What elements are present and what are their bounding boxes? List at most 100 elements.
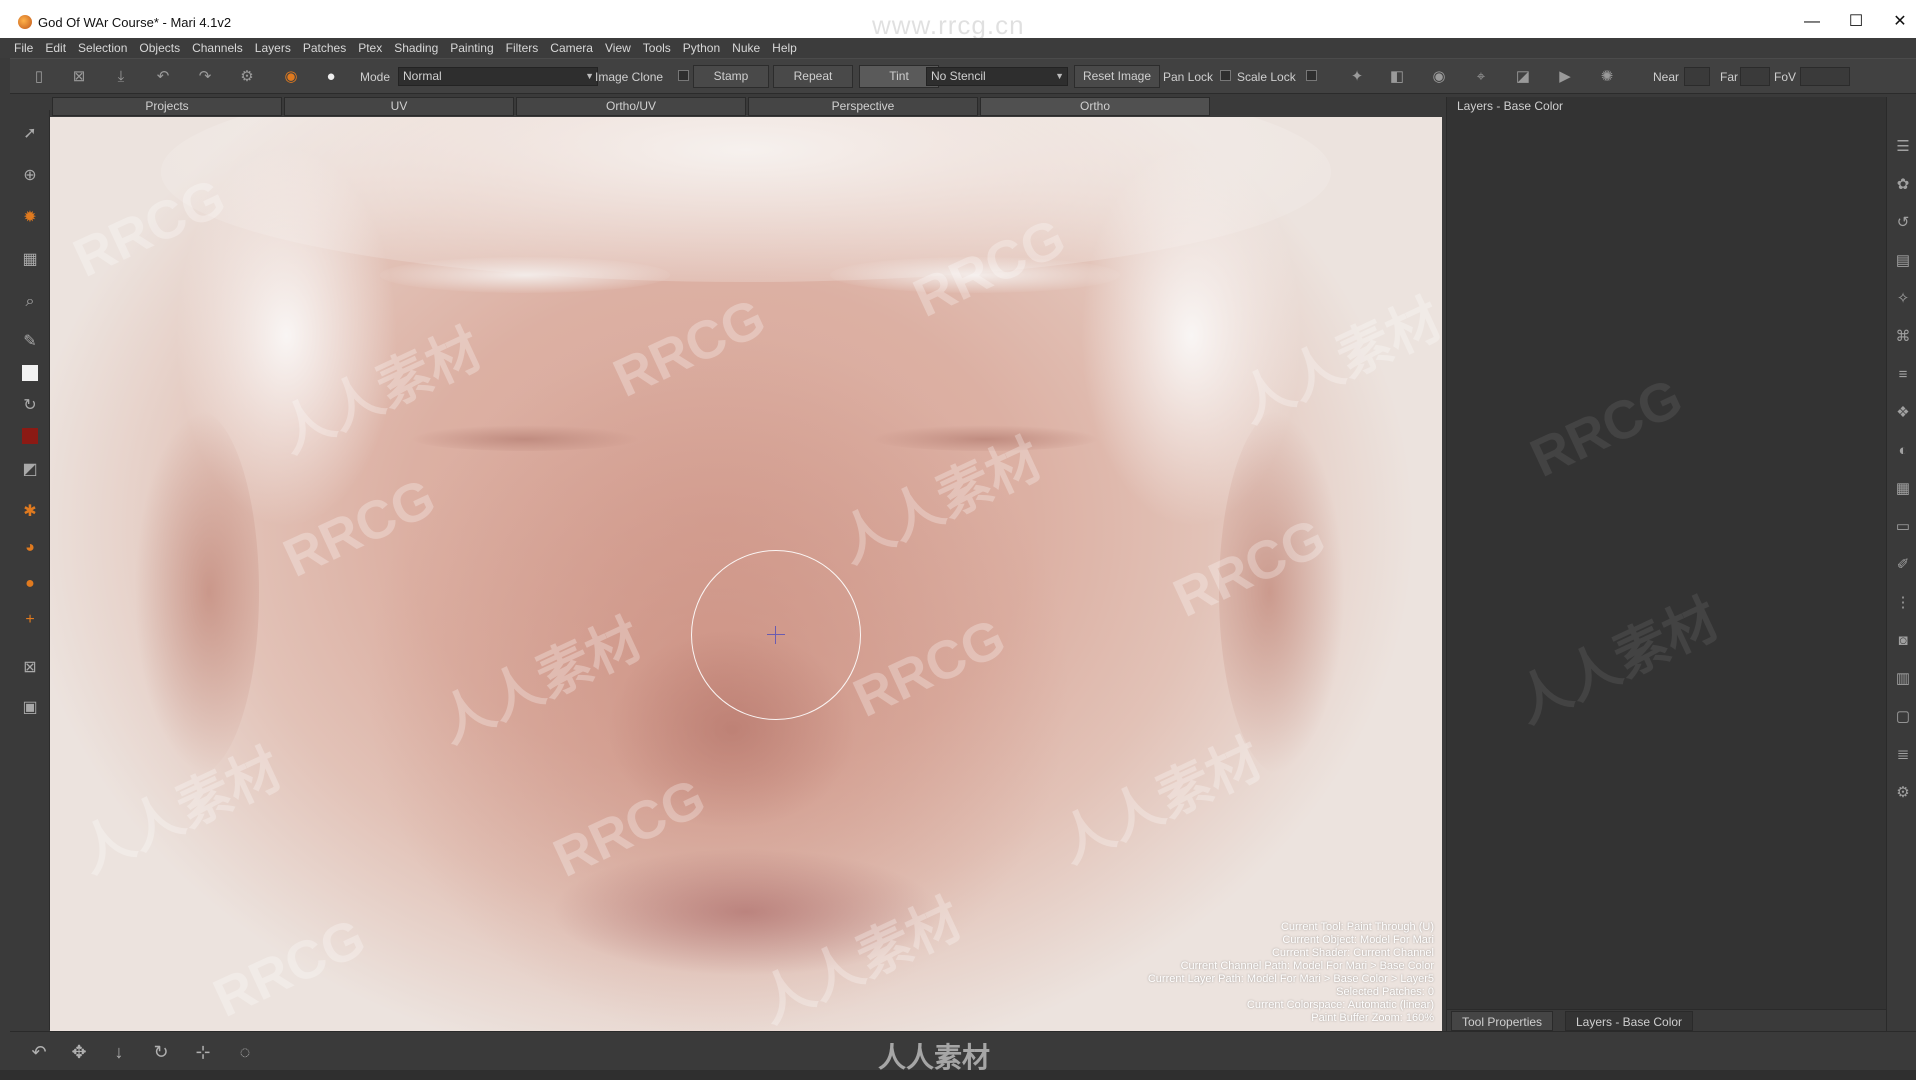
color-swap-icon[interactable]: ◩ bbox=[20, 460, 40, 480]
hud-paint-buffer-zoom: Paint Buffer Zoom: 160% bbox=[1311, 1012, 1434, 1024]
menu-view[interactable]: View bbox=[599, 38, 637, 58]
stamp-button[interactable]: Stamp bbox=[693, 65, 769, 88]
minimize-button[interactable]: — bbox=[1800, 10, 1824, 34]
far-input[interactable] bbox=[1740, 67, 1770, 86]
color-swatch-red-icon[interactable] bbox=[20, 428, 40, 448]
tab-ortho-uv[interactable]: Ortho/UV bbox=[516, 97, 746, 116]
bucket-icon[interactable]: ◕ bbox=[20, 538, 40, 558]
paint-through-tool-icon[interactable]: ◉ bbox=[280, 67, 302, 87]
menu-patches[interactable]: Patches bbox=[297, 38, 352, 58]
focus-icon[interactable]: ⌖ bbox=[1470, 67, 1492, 87]
lasso-icon[interactable]: ◌ bbox=[234, 1041, 256, 1063]
brush-icon[interactable]: ✐ bbox=[1893, 555, 1913, 575]
tab-projects[interactable]: Projects bbox=[52, 97, 282, 116]
brush-dot-icon[interactable]: ● bbox=[320, 67, 342, 87]
scale-lock-checkbox[interactable] bbox=[1306, 70, 1317, 81]
status-bar bbox=[0, 1070, 1916, 1080]
hud-current-shader: Current Shader: Current Channel bbox=[1271, 947, 1434, 959]
menu-layers[interactable]: Layers bbox=[249, 38, 297, 58]
eye-icon[interactable]: ◉ bbox=[1428, 67, 1450, 87]
menu-channels[interactable]: Channels bbox=[186, 38, 249, 58]
redo-paint-icon[interactable]: ↷ bbox=[194, 67, 216, 87]
near-input[interactable] bbox=[1684, 67, 1710, 86]
eyedropper-icon[interactable]: ✎ bbox=[20, 332, 40, 352]
node-icon[interactable]: ⌘ bbox=[1893, 327, 1913, 347]
channels-icon[interactable]: ⋮ bbox=[1893, 593, 1913, 613]
mode-select[interactable]: Normal ▼ bbox=[398, 67, 598, 86]
objects-icon[interactable]: ❖ bbox=[1893, 403, 1913, 423]
tab-uv[interactable]: UV bbox=[284, 97, 514, 116]
select-arrow-icon[interactable]: ➚ bbox=[20, 124, 40, 144]
window-title: God Of WAr Course* - Mari 4.1v2 bbox=[38, 15, 232, 30]
flower-icon[interactable]: ✿ bbox=[1893, 175, 1913, 195]
paint-through-icon[interactable]: ✱ bbox=[20, 502, 40, 522]
menu-objects[interactable]: Objects bbox=[133, 38, 186, 58]
palette-icon[interactable]: ◐ bbox=[1893, 441, 1913, 461]
snapshot-icon[interactable]: ◙ bbox=[1893, 631, 1913, 651]
layers-grid-icon[interactable]: ▦ bbox=[20, 250, 40, 270]
grid-icon[interactable]: ▦ bbox=[1893, 479, 1913, 499]
menu-nuke[interactable]: Nuke bbox=[726, 38, 766, 58]
reset-image-button[interactable]: Reset Image bbox=[1074, 65, 1160, 88]
menu-shading[interactable]: Shading bbox=[388, 38, 444, 58]
cube-icon[interactable]: ◪ bbox=[1512, 67, 1534, 87]
undo-paint-icon[interactable]: ↶ bbox=[152, 67, 174, 87]
tab-layers-base-color[interactable]: Layers - Base Color bbox=[1565, 1011, 1694, 1031]
camera-icon[interactable]: ◧ bbox=[1386, 67, 1408, 87]
tab-tool-properties[interactable]: Tool Properties bbox=[1451, 1011, 1554, 1031]
fov-input[interactable] bbox=[1800, 67, 1850, 86]
menu-edit[interactable]: Edit bbox=[39, 38, 72, 58]
move-icon[interactable]: ✥ bbox=[68, 1041, 90, 1063]
close-button[interactable]: ✕ bbox=[1888, 10, 1912, 34]
paint-viewport[interactable]: RRCG 人人素材 RRCG RRCG 人人素材 RRCG 人人素材 RRCG … bbox=[50, 117, 1442, 1031]
light-bulb-icon[interactable]: ✧ bbox=[1893, 289, 1913, 309]
refresh-icon[interactable]: ↻ bbox=[20, 396, 40, 416]
menu-file[interactable]: File bbox=[0, 38, 39, 58]
pan-lock-checkbox[interactable] bbox=[1220, 70, 1231, 81]
mask-icon[interactable]: ⊠ bbox=[20, 658, 40, 678]
menu-selection[interactable]: Selection bbox=[72, 38, 133, 58]
viewer-icon[interactable]: ▢ bbox=[1893, 707, 1913, 727]
undo-icon[interactable]: ↶ bbox=[28, 1041, 50, 1063]
menu-ptex[interactable]: Ptex bbox=[352, 38, 388, 58]
histogram-icon[interactable]: ▥ bbox=[1893, 669, 1913, 689]
history-icon[interactable]: ↺ bbox=[1893, 213, 1913, 233]
stencil-select[interactable]: No Stencil ▼ bbox=[926, 67, 1068, 86]
pin-icon[interactable]: ✦ bbox=[1346, 67, 1368, 87]
new-file-icon[interactable]: ▯ bbox=[28, 67, 50, 87]
image-icon[interactable]: ▤ bbox=[1893, 251, 1913, 271]
image-clone-checkbox[interactable] bbox=[678, 70, 689, 81]
menu-tools[interactable]: Tools bbox=[637, 38, 677, 58]
menu-python[interactable]: Python bbox=[677, 38, 726, 58]
scale-icon[interactable]: ⊹ bbox=[192, 1041, 214, 1063]
menu-painting[interactable]: Painting bbox=[444, 38, 499, 58]
flag-icon[interactable]: ▶ bbox=[1554, 67, 1576, 87]
maximize-button[interactable]: ☐ bbox=[1844, 10, 1868, 34]
tab-perspective[interactable]: Perspective bbox=[748, 97, 978, 116]
light-icon[interactable]: ✺ bbox=[1596, 67, 1618, 87]
frame-icon[interactable]: ▣ bbox=[20, 698, 40, 718]
rotate-icon[interactable]: ↻ bbox=[150, 1041, 172, 1063]
menu-help[interactable]: Help bbox=[766, 38, 803, 58]
clear-icon[interactable]: ⊠ bbox=[68, 67, 90, 87]
bake-icon[interactable]: ⤓ bbox=[110, 67, 132, 87]
menu-camera[interactable]: Camera bbox=[544, 38, 599, 58]
hud-layer-path: Current Layer Path: Model For Mari > Bas… bbox=[1147, 973, 1434, 985]
sphere-icon[interactable]: ● bbox=[20, 574, 40, 594]
stack-icon[interactable]: ≣ bbox=[1893, 745, 1913, 765]
color-swatch-white-icon[interactable] bbox=[20, 365, 40, 385]
add-point-icon[interactable]: + bbox=[20, 610, 40, 630]
list-icon[interactable]: ☰ bbox=[1893, 137, 1913, 157]
menu-filters[interactable]: Filters bbox=[500, 38, 545, 58]
transform-icon[interactable]: ⊕ bbox=[20, 166, 40, 186]
sliders-icon[interactable]: ≡ bbox=[1893, 365, 1913, 385]
arrow-down-icon[interactable]: ↓ bbox=[108, 1041, 130, 1063]
shelf-icon[interactable]: ▭ bbox=[1893, 517, 1913, 537]
right-iconbar: ☰ ✿ ↺ ▤ ✧ ⌘ ≡ ❖ ◐ ▦ ▭ ✐ ⋮ ◙ ▥ ▢ ≣ ⚙ bbox=[1886, 97, 1916, 1031]
zoom-icon[interactable]: ⌕ bbox=[20, 292, 40, 312]
tab-ortho[interactable]: Ortho bbox=[980, 97, 1210, 116]
settings-icon[interactable]: ⚙ bbox=[1893, 783, 1913, 803]
paint-settings-icon[interactable]: ⚙ bbox=[236, 67, 258, 87]
paint-brush-icon[interactable]: ✹ bbox=[20, 208, 40, 228]
repeat-button[interactable]: Repeat bbox=[773, 65, 853, 88]
